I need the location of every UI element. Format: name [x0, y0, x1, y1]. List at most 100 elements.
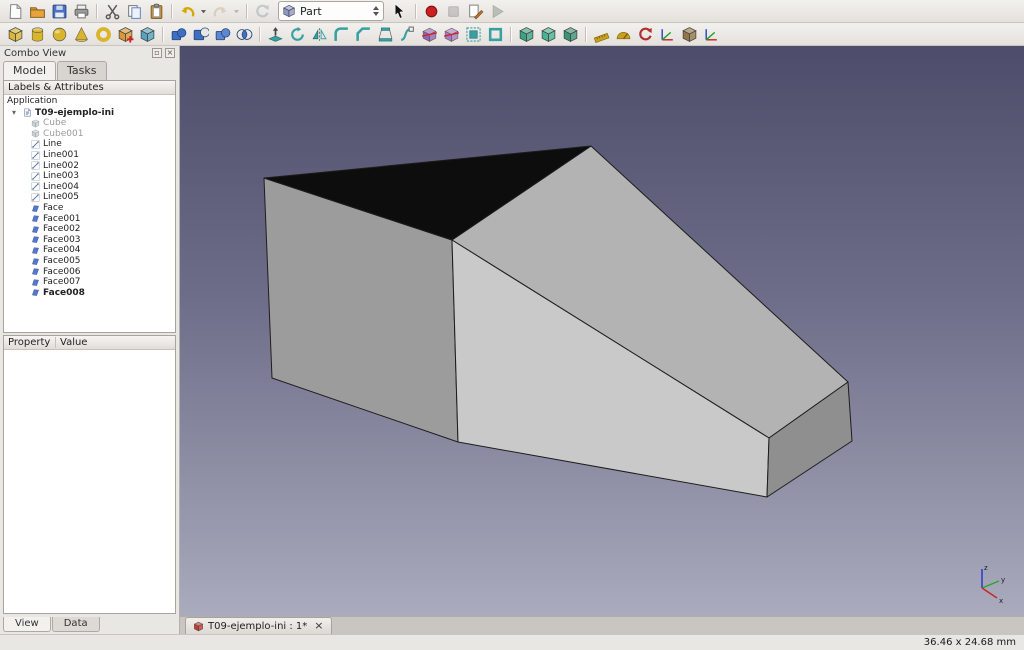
combo-spin-arrows[interactable] — [373, 6, 380, 16]
tree-item-face004[interactable]: Face004 — [4, 245, 175, 256]
tree-item-line003[interactable]: Line003 — [4, 171, 175, 182]
tree-item-label: Line003 — [43, 171, 79, 181]
3d-viewport[interactable]: z y x — [180, 46, 1024, 616]
x-axis-label: x — [999, 597, 1003, 605]
part-extrude-button[interactable] — [264, 24, 286, 44]
combo-down-arrow[interactable] — [373, 12, 379, 16]
part-cross-sections-button[interactable] — [440, 24, 462, 44]
tree-item-face006[interactable]: Face006 — [4, 266, 175, 277]
part-chamfer-button[interactable] — [352, 24, 374, 44]
tab-view[interactable]: View — [3, 617, 51, 632]
part-sweep-button[interactable] — [396, 24, 418, 44]
boolean-union-button[interactable] — [211, 24, 233, 44]
tree-item-icon — [31, 214, 40, 223]
workbench-selector[interactable]: Part — [278, 1, 384, 21]
part-loft-button[interactable] — [374, 24, 396, 44]
tree-item-icon — [31, 225, 40, 234]
part-offset-button[interactable] — [462, 24, 484, 44]
part-cone-button[interactable] — [70, 24, 92, 44]
tree-item-face001[interactable]: Face001 — [4, 213, 175, 224]
close-tab-button[interactable]: × — [314, 621, 323, 631]
tree-item-label: Face004 — [43, 245, 81, 255]
part-box-button[interactable] — [4, 24, 26, 44]
part-revolve-button[interactable] — [286, 24, 308, 44]
3d-scene[interactable] — [180, 46, 1024, 616]
tab-tasks[interactable]: Tasks — [57, 61, 106, 80]
tree-item-face005[interactable]: Face005 — [4, 256, 175, 267]
tree-item-label: Face005 — [43, 256, 81, 266]
macro-edit-button[interactable] — [464, 1, 486, 21]
float-panel-button[interactable]: ▫ — [152, 48, 162, 58]
boolean-cut-button[interactable] — [189, 24, 211, 44]
whats-this-button[interactable] — [389, 1, 411, 21]
tab-model[interactable]: Model — [3, 61, 56, 80]
tree-item-label: Line004 — [43, 182, 79, 192]
measure-angular-button[interactable] — [612, 24, 634, 44]
measure-toggle-delta-button[interactable] — [700, 24, 722, 44]
new-document-button[interactable] — [4, 1, 26, 21]
tree-item-face003[interactable]: Face003 — [4, 235, 175, 246]
close-panel-button[interactable]: × — [165, 48, 175, 58]
measure-toggle-3d-button[interactable] — [678, 24, 700, 44]
measure-linear-button[interactable] — [590, 24, 612, 44]
part-mirror-button[interactable] — [308, 24, 330, 44]
y-axis — [982, 581, 999, 588]
tree-item-label: Line002 — [43, 161, 79, 171]
toolbar-group-macro — [389, 1, 508, 21]
tree-item-label: Cube001 — [43, 129, 83, 139]
panel-title: Combo View — [4, 48, 66, 59]
boolean-intersection-button[interactable] — [233, 24, 255, 44]
tree-item-line001[interactable]: Line001 — [4, 150, 175, 161]
refresh-button[interactable] — [251, 1, 273, 21]
tree-item-line005[interactable]: Line005 — [4, 192, 175, 203]
toolbar-separator — [581, 24, 590, 44]
tree-item-icon — [31, 119, 40, 128]
tree-item-face008[interactable]: Face008 — [4, 288, 175, 299]
tree-item-label: Face — [43, 203, 63, 213]
tab-data[interactable]: Data — [52, 617, 100, 632]
measure-toggle-all-button[interactable] — [656, 24, 678, 44]
compound-explode-button[interactable] — [537, 24, 559, 44]
tree-item-face002[interactable]: Face002 — [4, 224, 175, 235]
tree-item-face[interactable]: Face — [4, 203, 175, 214]
print-button[interactable] — [70, 1, 92, 21]
tree-item-document[interactable]: ▾ T09-ejemplo-ini — [4, 107, 175, 118]
part-cylinder-button[interactable] — [26, 24, 48, 44]
part-shapebuilder-button[interactable] — [136, 24, 158, 44]
redo-dropdown-arrow[interactable] — [231, 1, 242, 21]
toolbar-row-1: Part — [0, 0, 1024, 23]
toolbar-separator — [506, 24, 515, 44]
undo-button[interactable] — [176, 1, 198, 21]
toolbar-separator — [242, 1, 251, 21]
document-tab[interactable]: T09-ejemplo-ini : 1* × — [185, 617, 332, 634]
copy-button[interactable] — [123, 1, 145, 21]
macro-record-button[interactable] — [420, 1, 442, 21]
compound-make-button[interactable] — [515, 24, 537, 44]
macro-stop-button[interactable] — [442, 1, 464, 21]
measure-refresh-button[interactable] — [634, 24, 656, 44]
tree-item-icon — [31, 140, 40, 149]
combo-up-arrow[interactable] — [373, 6, 379, 10]
tree-item-cube001[interactable]: Cube001 — [4, 129, 175, 140]
open-document-button[interactable] — [26, 1, 48, 21]
expander-icon[interactable]: ▾ — [12, 108, 20, 117]
boolean-operation-button[interactable] — [167, 24, 189, 44]
part-sphere-button[interactable] — [48, 24, 70, 44]
paste-button[interactable] — [145, 1, 167, 21]
tree-item-line[interactable]: Line — [4, 139, 175, 150]
part-thickness-button[interactable] — [484, 24, 506, 44]
cut-button[interactable] — [101, 1, 123, 21]
redo-button[interactable] — [209, 1, 231, 21]
part-section-button[interactable] — [418, 24, 440, 44]
part-fillet-button[interactable] — [330, 24, 352, 44]
tree-item-cube[interactable]: Cube — [4, 118, 175, 129]
save-document-button[interactable] — [48, 1, 70, 21]
macro-execute-button[interactable] — [486, 1, 508, 21]
part-torus-button[interactable] — [92, 24, 114, 44]
undo-dropdown-arrow[interactable] — [198, 1, 209, 21]
compound-filter-button[interactable] — [559, 24, 581, 44]
tree-item-line004[interactable]: Line004 — [4, 182, 175, 193]
part-primitives-button[interactable] — [114, 24, 136, 44]
tree-item-line002[interactable]: Line002 — [4, 160, 175, 171]
tree-item-face007[interactable]: Face007 — [4, 277, 175, 288]
